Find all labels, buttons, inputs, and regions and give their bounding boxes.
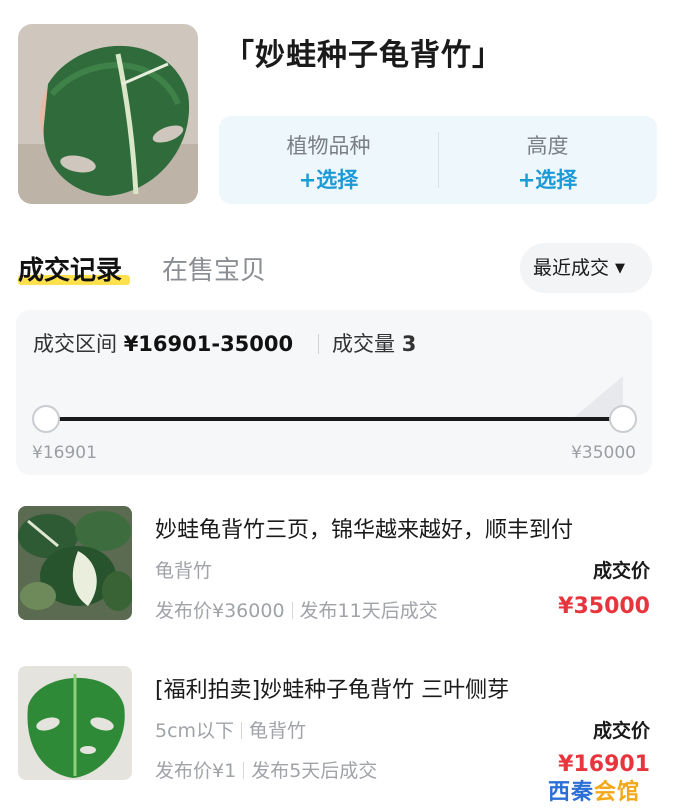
sort-dropdown-label: 最近成交 xyxy=(533,257,610,279)
deal-price-label: 成交价 xyxy=(592,560,650,582)
range-summary: 成交区间 ¥16901-35000 xyxy=(33,328,293,358)
deal-price-label: 成交价 xyxy=(592,720,650,742)
meta-divider xyxy=(241,722,243,739)
page-title: 「妙蛙种子龟背竹」 xyxy=(224,38,503,73)
watermark-text-b: 会馆 xyxy=(594,780,641,805)
volume-label: 成交量 xyxy=(332,332,395,356)
publish-price: 发布价¥36000 xyxy=(155,600,285,622)
publish-price: 发布价¥1 xyxy=(155,760,237,782)
spec-height[interactable]: 高度 +选择 xyxy=(438,116,657,204)
spec-selector: 植物品种 +选择 高度 +选择 xyxy=(219,116,657,204)
monstera-leaf-photo-icon xyxy=(18,666,132,780)
spec-variety[interactable]: 植物品种 +选择 xyxy=(219,116,438,204)
tab-on-sale[interactable]: 在售宝贝 xyxy=(162,250,266,287)
price-slider-min-handle[interactable] xyxy=(32,405,60,433)
publish-time: 发布5天后成交 xyxy=(251,760,378,782)
range-max-label: ¥35000 xyxy=(571,443,636,463)
listing-tags: 龟背竹 xyxy=(155,556,212,583)
listing-tag: 龟背竹 xyxy=(155,560,213,582)
range-min-label: ¥16901 xyxy=(32,443,97,463)
spec-variety-label: 植物品种 xyxy=(286,134,371,158)
price-slider-max-handle[interactable] xyxy=(609,405,637,433)
tab-deal-records[interactable]: 成交记录 xyxy=(18,250,122,287)
spec-variety-select-button[interactable]: +选择 xyxy=(219,164,438,194)
spec-height-label: 高度 xyxy=(526,134,569,158)
product-photo[interactable] xyxy=(18,24,198,204)
publish-time: 发布11天后成交 xyxy=(299,600,438,622)
price-slider-track[interactable] xyxy=(46,417,622,421)
volume-value: 3 xyxy=(401,332,417,356)
deal-price: ¥35000 xyxy=(558,594,650,619)
watermark-logo: 西秦会馆 xyxy=(548,774,640,806)
watermark-text-a: 西秦 xyxy=(548,780,595,805)
spec-height-select-button[interactable]: +选择 xyxy=(438,164,657,194)
range-label: 成交区间 xyxy=(33,332,117,356)
listing-title[interactable]: 妙蛙龟背竹三页，锦华越来越好，顺丰到付 xyxy=(155,512,573,544)
listing-meta: 发布价¥1 发布5天后成交 xyxy=(155,756,377,783)
sort-dropdown[interactable]: 最近成交 ▼ xyxy=(520,243,652,293)
volume-summary: 成交量 3 xyxy=(332,328,416,358)
caret-down-icon: ▼ xyxy=(615,261,626,276)
listing-tags: 5cm以下 龟背竹 xyxy=(155,716,306,743)
range-separator xyxy=(318,334,319,354)
listing-tag: 5cm以下 xyxy=(155,720,235,742)
variegated-monstera-photo-icon xyxy=(18,506,132,620)
listing-meta: 发布价¥36000 发布11天后成交 xyxy=(155,596,438,623)
listing-photo[interactable] xyxy=(18,506,132,620)
monstera-leaf-photo-icon xyxy=(18,24,198,204)
price-range-card: 成交区间 ¥16901-35000 成交量 3 ¥16901 ¥35000 xyxy=(16,310,652,475)
listing-tag: 龟背竹 xyxy=(249,720,307,742)
meta-divider xyxy=(243,762,245,779)
meta-divider xyxy=(291,602,293,619)
listing-title[interactable]: [福利拍卖]妙蛙种子龟背竹 三叶侧芽 xyxy=(155,672,509,704)
range-value: ¥16901-35000 xyxy=(123,332,294,356)
listing-photo[interactable] xyxy=(18,666,132,780)
